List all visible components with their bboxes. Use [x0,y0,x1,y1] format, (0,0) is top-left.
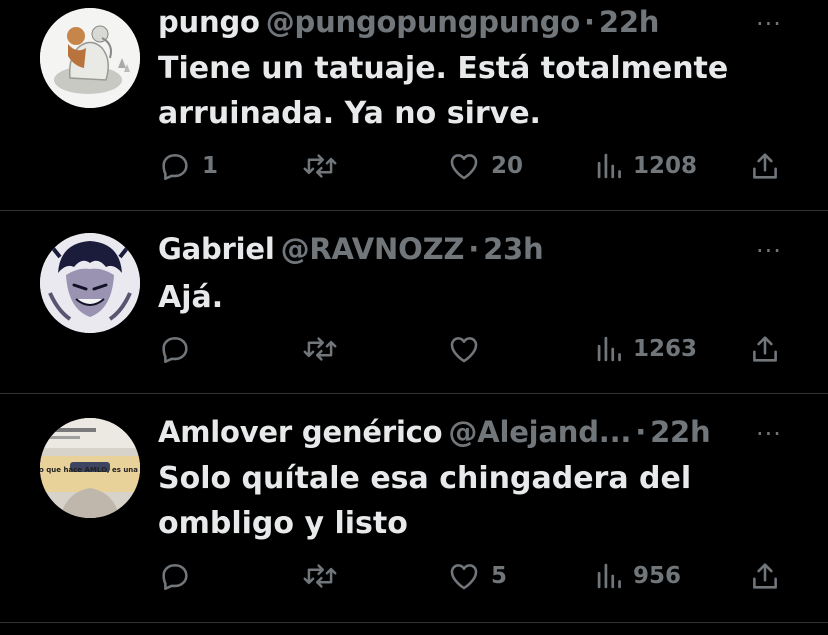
like-button[interactable] [447,329,491,369]
reply-button[interactable]: 1 [158,146,218,186]
separator-dot: · [635,415,647,449]
more-options-icon[interactable]: ··· [752,12,786,36]
view-count: 956 [633,563,682,589]
user-handle[interactable]: @pungopungpungo [266,5,580,39]
retweet-button[interactable] [302,556,348,596]
tweet-text: Solo quítale esa chingadera del ombligo … [158,461,692,541]
tweet[interactable]: pungo @pungopungpungo · 22h ··· Tiene un ta… [0,0,828,210]
reply-icon [162,154,188,181]
heart-icon [450,564,478,590]
share-icon [753,153,777,179]
view-count: 1208 [633,153,698,179]
reply-icon [162,337,188,364]
tweet-header: Amlover genérico @Alejand... · 22h [158,414,711,450]
like-button[interactable]: 20 [447,146,523,186]
avatar[interactable] [40,8,140,108]
action-bar: 1 20 1208 [0,146,828,186]
separator-dot: · [584,5,595,39]
tweet-text: Ajá. [158,280,224,315]
meme-caption: Cada movimiento que hace AMLO, es una ju… [40,466,140,474]
like-button[interactable]: 5 [447,556,507,596]
tweet-header: pungo @pungopungpungo · 22h [158,4,659,40]
action-bar: 5 956 [0,556,828,596]
avatar-anime-character [40,233,140,333]
views-button[interactable]: 1208 [595,146,697,186]
share-icon [753,563,777,589]
retweet-icon [303,337,337,361]
display-name[interactable]: pungo [158,5,260,39]
avatar[interactable] [40,233,140,333]
like-count: 5 [491,563,508,589]
retweet-button[interactable] [302,329,348,369]
tweet-divider [0,622,828,623]
heart-icon [450,154,478,180]
views-button[interactable]: 1263 [595,329,697,369]
tweet[interactable]: Cada movimiento que hace AMLO, es una ju… [0,394,828,622]
retweet-icon [303,564,337,588]
share-icon [753,336,777,362]
separator-dot: · [468,232,480,266]
share-button[interactable] [748,329,782,369]
reply-button[interactable] [158,556,202,596]
view-count: 1263 [633,336,698,362]
tweet-text: Tiene un tatuaje. Está totalmente arruin… [158,51,729,131]
more-options-icon[interactable]: ··· [752,239,786,263]
more-options-icon[interactable]: ··· [752,422,786,446]
user-handle[interactable]: @RAVNOZZ [281,232,465,266]
retweet-button[interactable] [302,146,348,186]
views-chart-icon [597,563,621,589]
views-button[interactable]: 956 [595,556,681,596]
views-chart-icon [597,336,621,362]
reply-button[interactable] [158,329,202,369]
retweet-icon [303,154,337,178]
display-name[interactable]: Amlover genérico [158,415,443,449]
like-count: 20 [491,153,524,179]
display-name[interactable]: Gabriel [158,232,275,266]
views-chart-icon [597,153,621,179]
timestamp[interactable]: 23h [483,232,544,266]
share-button[interactable] [748,146,782,186]
timestamp[interactable]: 22h [599,5,660,39]
user-handle[interactable]: @Alejand... [448,415,631,449]
reply-count: 1 [202,153,219,179]
action-bar: 1263 [0,329,828,369]
avatar-meme-photo: Cada movimiento que hace AMLO, es una ju… [40,418,140,518]
avatar[interactable]: Cada movimiento que hace AMLO, es una ju… [40,418,140,518]
share-button[interactable] [748,556,782,596]
reply-icon [162,564,188,591]
tweet[interactable]: Gabriel @RAVNOZZ · 23h ··· Ajá. 1263 [0,211,828,393]
heart-icon [450,337,478,363]
timestamp[interactable]: 22h [650,415,711,449]
tweet-header: Gabriel @RAVNOZZ · 23h [158,231,544,267]
avatar-artwork-figure [40,8,140,108]
